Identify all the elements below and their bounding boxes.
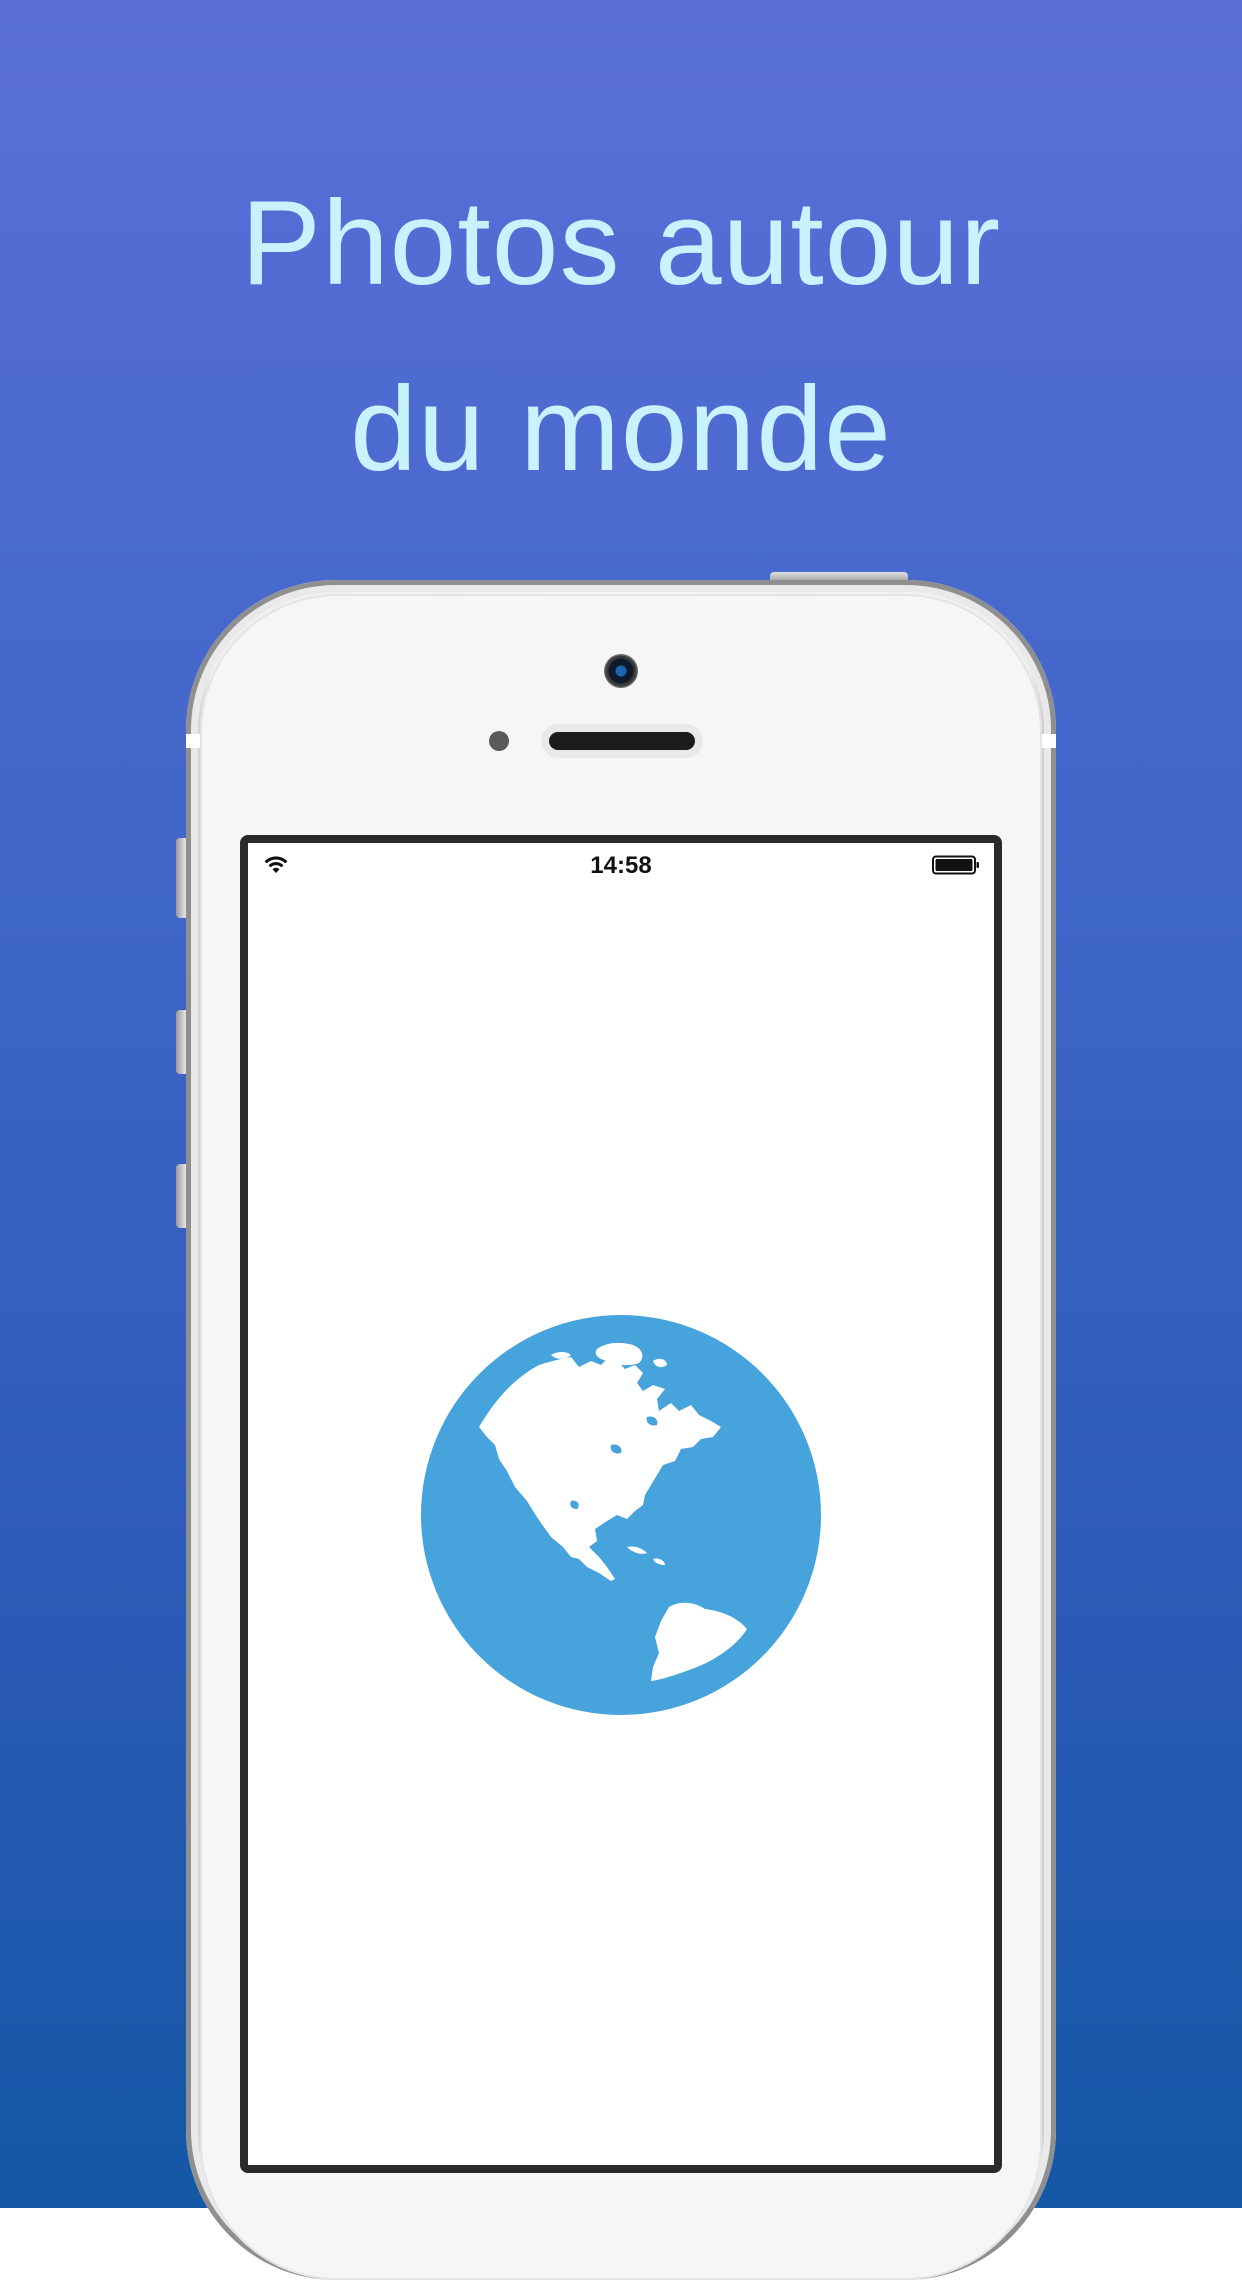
phone-screen: 14:58 [240, 835, 1002, 2173]
antenna-band-left [186, 734, 200, 748]
title-line-1: Photos autour [240, 176, 1002, 310]
battery-icon [932, 855, 979, 875]
volume-down-button [176, 1164, 186, 1228]
volume-up-button [176, 1010, 186, 1074]
status-bar: 14:58 [248, 843, 994, 887]
front-camera [604, 654, 638, 688]
page-title: Photos autour du monde [0, 150, 1242, 522]
earpiece-speaker [549, 732, 695, 750]
proximity-sensor [489, 731, 509, 751]
mute-switch [176, 838, 186, 918]
status-time: 14:58 [590, 852, 652, 879]
antenna-band-right [1042, 734, 1056, 748]
globe-icon [421, 1315, 821, 1715]
title-line-2: du monde [350, 362, 892, 496]
